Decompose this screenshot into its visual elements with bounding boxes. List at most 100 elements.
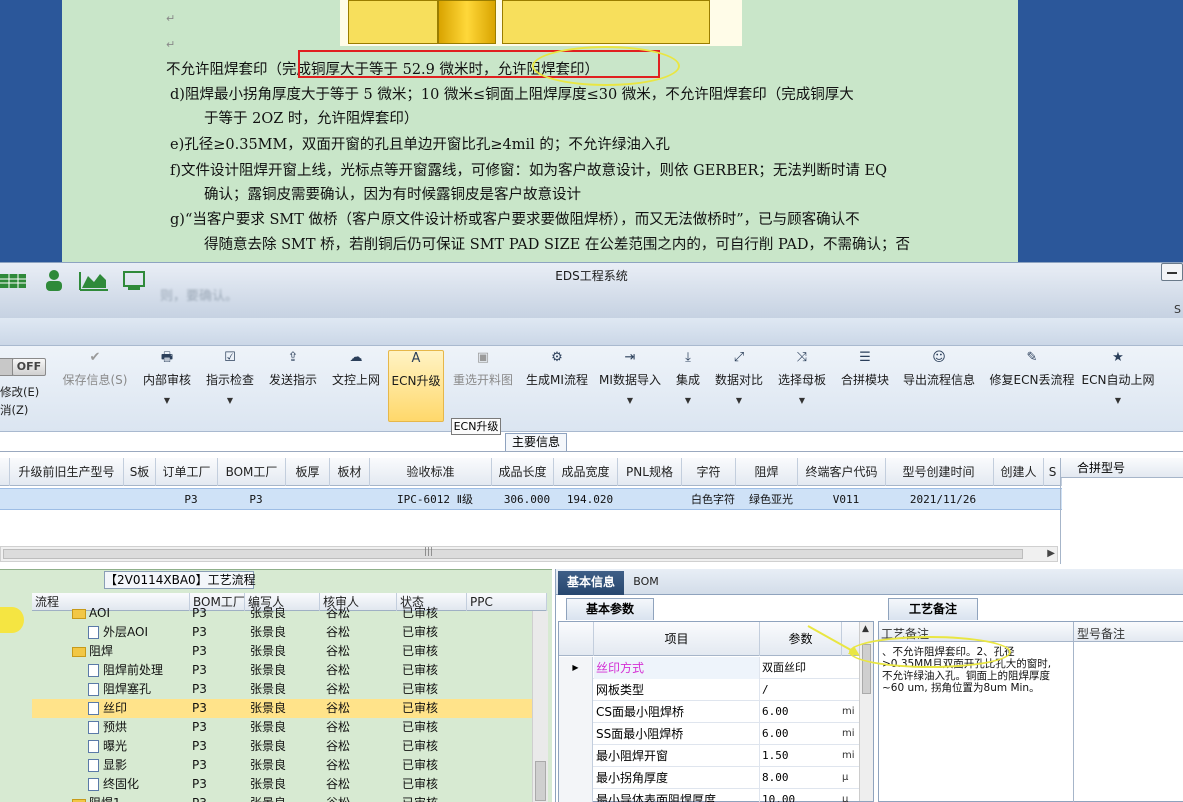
table-row[interactable]: 阻焊1 P3 张景良 谷松 已审核 xyxy=(32,794,532,802)
grid-cell[interactable]: 306.000 xyxy=(496,489,558,511)
ribbon-button-14[interactable]: ✎ 修复ECN丢流程 xyxy=(986,350,1078,422)
param-value[interactable]: 6.00 xyxy=(760,701,840,723)
ribbon-button-13[interactable]: ☺ 导出流程信息 xyxy=(898,350,980,422)
remarks-header-model: 型号备注 xyxy=(1077,627,1126,641)
ribbon-button-3[interactable]: ⇪ 发送指示 xyxy=(263,350,323,422)
grid-header-cell[interactable]: 字符 xyxy=(682,458,736,486)
ribbon-button-12[interactable]: ☰ 合拼模块 xyxy=(837,350,893,422)
ribbon-button-6[interactable]: ▣ 重选开料图 xyxy=(448,350,518,422)
grid-header-cell[interactable]: 验收标准 xyxy=(370,458,492,486)
grid-cell[interactable] xyxy=(290,489,334,511)
dropdown-arrow-icon[interactable]: ▼ xyxy=(670,397,706,405)
grid-cell[interactable] xyxy=(128,489,160,511)
grid-header-cell[interactable]: 板厚 xyxy=(286,458,330,486)
grid-header-cell[interactable]: 创建人 xyxy=(994,458,1044,486)
grid-cell[interactable]: V011 xyxy=(802,489,890,511)
table-row[interactable]: 显影 P3 张景良 谷松 已审核 xyxy=(32,756,532,775)
table-row[interactable]: 阻焊前处理 P3 张景良 谷松 已审核 xyxy=(32,661,532,680)
ribbon-button-2[interactable]: ☑ 指示检查 ▼ xyxy=(202,350,258,422)
table-row[interactable]: 终固化 P3 张景良 谷松 已审核 xyxy=(32,775,532,794)
ribbon-button-15[interactable]: ★ ECN自动上网 ▼ xyxy=(1080,350,1156,422)
param-value[interactable]: / xyxy=(760,679,840,701)
grid-cell[interactable] xyxy=(14,489,128,511)
process-cell: P3 xyxy=(192,701,207,715)
dropdown-arrow-icon[interactable]: ▼ xyxy=(139,397,195,405)
ribbon-button-7[interactable]: ⚙ 生成MI流程 xyxy=(522,350,592,422)
grid-header-cell[interactable]: 升级前旧生产型号 xyxy=(10,458,124,486)
param-value[interactable]: 1.50 xyxy=(760,745,840,767)
param-row[interactable]: 最小拐角厚度 8.00 µ xyxy=(559,767,859,789)
param-value[interactable]: 10.00 xyxy=(760,789,840,802)
ribbon-button-label: 发送指示 xyxy=(268,373,317,387)
param-value[interactable]: 8.00 xyxy=(760,767,840,789)
grid-header-cell[interactable]: 终端客户代码 xyxy=(798,458,886,486)
table-row[interactable]: 曝光 P3 张景良 谷松 已审核 xyxy=(32,737,532,756)
grid-header-cell[interactable]: PNL规格 xyxy=(618,458,682,486)
ribbon-button-8[interactable]: ⇥ MI数据导入 ▼ xyxy=(597,350,663,422)
cancel-button[interactable]: 消(Z) xyxy=(0,402,28,418)
param-row[interactable]: 网板类型 / xyxy=(559,679,859,701)
table-row[interactable]: 阻焊 P3 张景良 谷松 已审核 xyxy=(32,642,532,661)
process-tab[interactable]: 【2V0114XBA0】工艺流程 xyxy=(104,571,256,589)
process-cell: 已审核 xyxy=(402,606,439,620)
figure-copper xyxy=(438,0,496,44)
param-row[interactable]: CS面最小阻焊桥 6.00 mi xyxy=(559,701,859,723)
process-cell: 已审核 xyxy=(402,758,439,772)
annotation-arrow xyxy=(807,625,860,656)
grid-cell[interactable]: 白色字符 xyxy=(686,489,740,511)
table-row[interactable]: AOI P3 张景良 谷松 已审核 xyxy=(32,604,532,623)
minimize-button[interactable] xyxy=(1161,263,1183,281)
grid-cell[interactable] xyxy=(334,489,374,511)
ribbon-button-11[interactable]: ⤨ 选择母板 ▼ xyxy=(774,350,830,422)
vertical-scrollbar[interactable] xyxy=(532,611,548,802)
table-row[interactable]: 外层AOI P3 张景良 谷松 已审核 xyxy=(32,623,532,642)
grid-header-cell[interactable]: 订单工厂 xyxy=(156,458,218,486)
grid-header-cell[interactable]: BOM工厂 xyxy=(218,458,286,486)
ribbon-button-4[interactable]: ☁ 文控上网 xyxy=(327,350,385,422)
ribbon-button-1[interactable]: 🖶 内部审核 ▼ xyxy=(139,350,195,422)
dropdown-arrow-icon[interactable]: ▼ xyxy=(597,397,663,405)
grid-cell[interactable] xyxy=(622,489,686,511)
scroll-right-arrow-icon[interactable]: ▶ xyxy=(1047,548,1055,559)
grid-header-cell[interactable]: 阻焊 xyxy=(736,458,798,486)
scroll-thumb[interactable]: ||| xyxy=(3,547,1023,559)
grid-cell[interactable] xyxy=(4,489,14,511)
grid-cell[interactable] xyxy=(998,489,1048,511)
ribbon-button-5[interactable]: A ECN升级 xyxy=(388,350,444,422)
grid-header-cell[interactable]: 型号创建时间 xyxy=(884,458,994,486)
dropdown-arrow-icon[interactable]: ▼ xyxy=(202,397,258,405)
dropdown-arrow-icon[interactable]: ▼ xyxy=(1080,397,1156,405)
ribbon-button-9[interactable]: ⤓ 集成 ▼ xyxy=(670,350,706,422)
tab-bom[interactable]: BOM xyxy=(626,571,666,595)
modify-button[interactable]: 修改(E) xyxy=(0,384,39,400)
off-toggle[interactable]: OFF xyxy=(0,358,46,376)
param-row[interactable]: 最小导体表面阻焊厚度 10.00 µ xyxy=(559,789,859,802)
grid-cell[interactable]: P3 xyxy=(160,489,222,511)
dropdown-arrow-icon[interactable]: ▼ xyxy=(711,397,767,405)
grid-header-cell[interactable]: S板 xyxy=(124,458,156,486)
horizontal-scrollbar[interactable]: ||| ▶ xyxy=(0,546,1058,562)
grid-cell[interactable]: 绿色亚光 xyxy=(740,489,802,511)
grid-header-cell[interactable]: 成品长度 xyxy=(492,458,554,486)
tab-process-remarks[interactable]: 工艺备注 xyxy=(888,598,978,620)
dropdown-arrow-icon[interactable]: ▼ xyxy=(774,397,830,405)
ribbon-button-0[interactable]: ✔ 保存信息(S) xyxy=(56,350,134,422)
grid-header-cell[interactable]: 成品宽度 xyxy=(554,458,618,486)
tab-basic-info[interactable]: 基本信息 xyxy=(558,571,624,595)
tab-basic-params[interactable]: 基本参数 xyxy=(566,598,654,620)
grid-header-cell[interactable] xyxy=(0,458,10,486)
param-value[interactable]: 6.00 xyxy=(760,723,840,745)
grid-cell[interactable]: 2021/11/26 xyxy=(888,489,998,511)
table-row[interactable]: 丝印 P3 张景良 谷松 已审核 xyxy=(32,699,532,718)
param-row[interactable]: 最小阻焊开窗 1.50 mi xyxy=(559,745,859,767)
grid-header-cell[interactable]: 板材 xyxy=(330,458,370,486)
table-row[interactable]: 阻焊塞孔 P3 张景良 谷松 已审核 xyxy=(32,680,532,699)
grid-cell[interactable]: P3 xyxy=(222,489,290,511)
grid-cell[interactable]: IPC-6012 Ⅱ级 xyxy=(374,489,496,511)
grid-cell[interactable]: 194.020 xyxy=(558,489,622,511)
table-row[interactable]: 预烘 P3 张景良 谷松 已审核 xyxy=(32,718,532,737)
table-row[interactable]: P3 P3 IPC-6012 Ⅱ级 306.000 194.020 白色字符 绿色亚光 V01… xyxy=(0,488,1062,510)
param-row[interactable]: SS面最小阻焊桥 6.00 mi xyxy=(559,723,859,745)
scroll-thumb[interactable] xyxy=(535,761,546,801)
ribbon-button-10[interactable]: ⤢ 数据对比 ▼ xyxy=(711,350,767,422)
